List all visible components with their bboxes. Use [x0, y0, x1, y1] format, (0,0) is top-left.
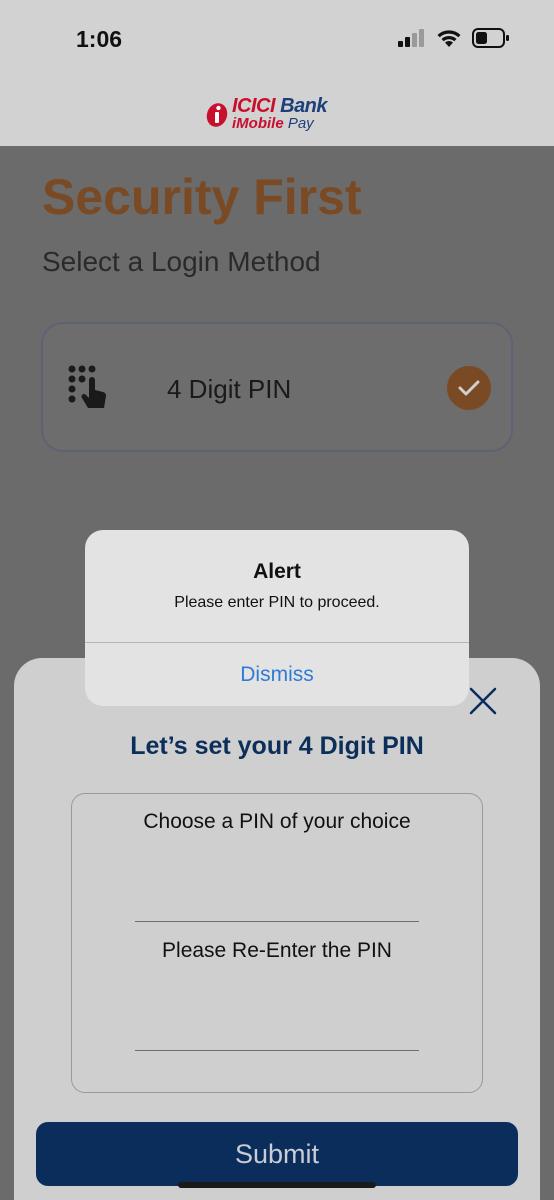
logo-text-icici: ICICI	[232, 95, 276, 117]
sheet-title: Let’s set your 4 Digit PIN	[130, 732, 424, 760]
page-title: Security First	[42, 169, 362, 225]
status-time: 1:06	[76, 26, 123, 52]
selected-check-icon	[447, 366, 491, 410]
home-indicator	[178, 1182, 376, 1188]
status-icons	[398, 28, 510, 48]
page-subtitle: Select a Login Method	[42, 246, 321, 277]
icici-logo-mark-icon	[206, 102, 228, 127]
logo-text-pay: Pay	[283, 115, 314, 132]
login-method-label: 4 Digit PIN	[167, 374, 292, 404]
logo-text-bank: Bank	[275, 95, 328, 117]
alert-dialog: Alert Please enter PIN to proceed. Dismi…	[85, 530, 469, 706]
dismiss-button[interactable]: Dismiss	[85, 643, 469, 706]
logo-text-imobile: iMobile	[232, 115, 284, 132]
wifi-icon	[437, 30, 461, 47]
alert-message: Please enter PIN to proceed.	[174, 594, 380, 611]
alert-title: Alert	[253, 560, 301, 583]
keypad-touch-icon	[68, 365, 107, 408]
submit-button[interactable]: Submit	[36, 1122, 518, 1186]
close-icon[interactable]	[468, 686, 498, 716]
icici-imobile-logo: ICICI Bank iMobile Pay	[204, 95, 328, 132]
choose-pin-label: Choose a PIN of your choice	[143, 810, 411, 833]
app-header: 1:06 ICICI Bank iMobile Pay	[0, 0, 554, 146]
login-method-option-pin[interactable]: 4 Digit PIN	[41, 322, 513, 452]
battery-icon	[472, 28, 509, 48]
reenter-pin-label: Please Re-Enter the PIN	[162, 939, 392, 962]
pin-input[interactable]	[135, 872, 419, 922]
reenter-pin-input[interactable]	[135, 1001, 419, 1051]
cellular-signal-icon	[398, 29, 424, 47]
